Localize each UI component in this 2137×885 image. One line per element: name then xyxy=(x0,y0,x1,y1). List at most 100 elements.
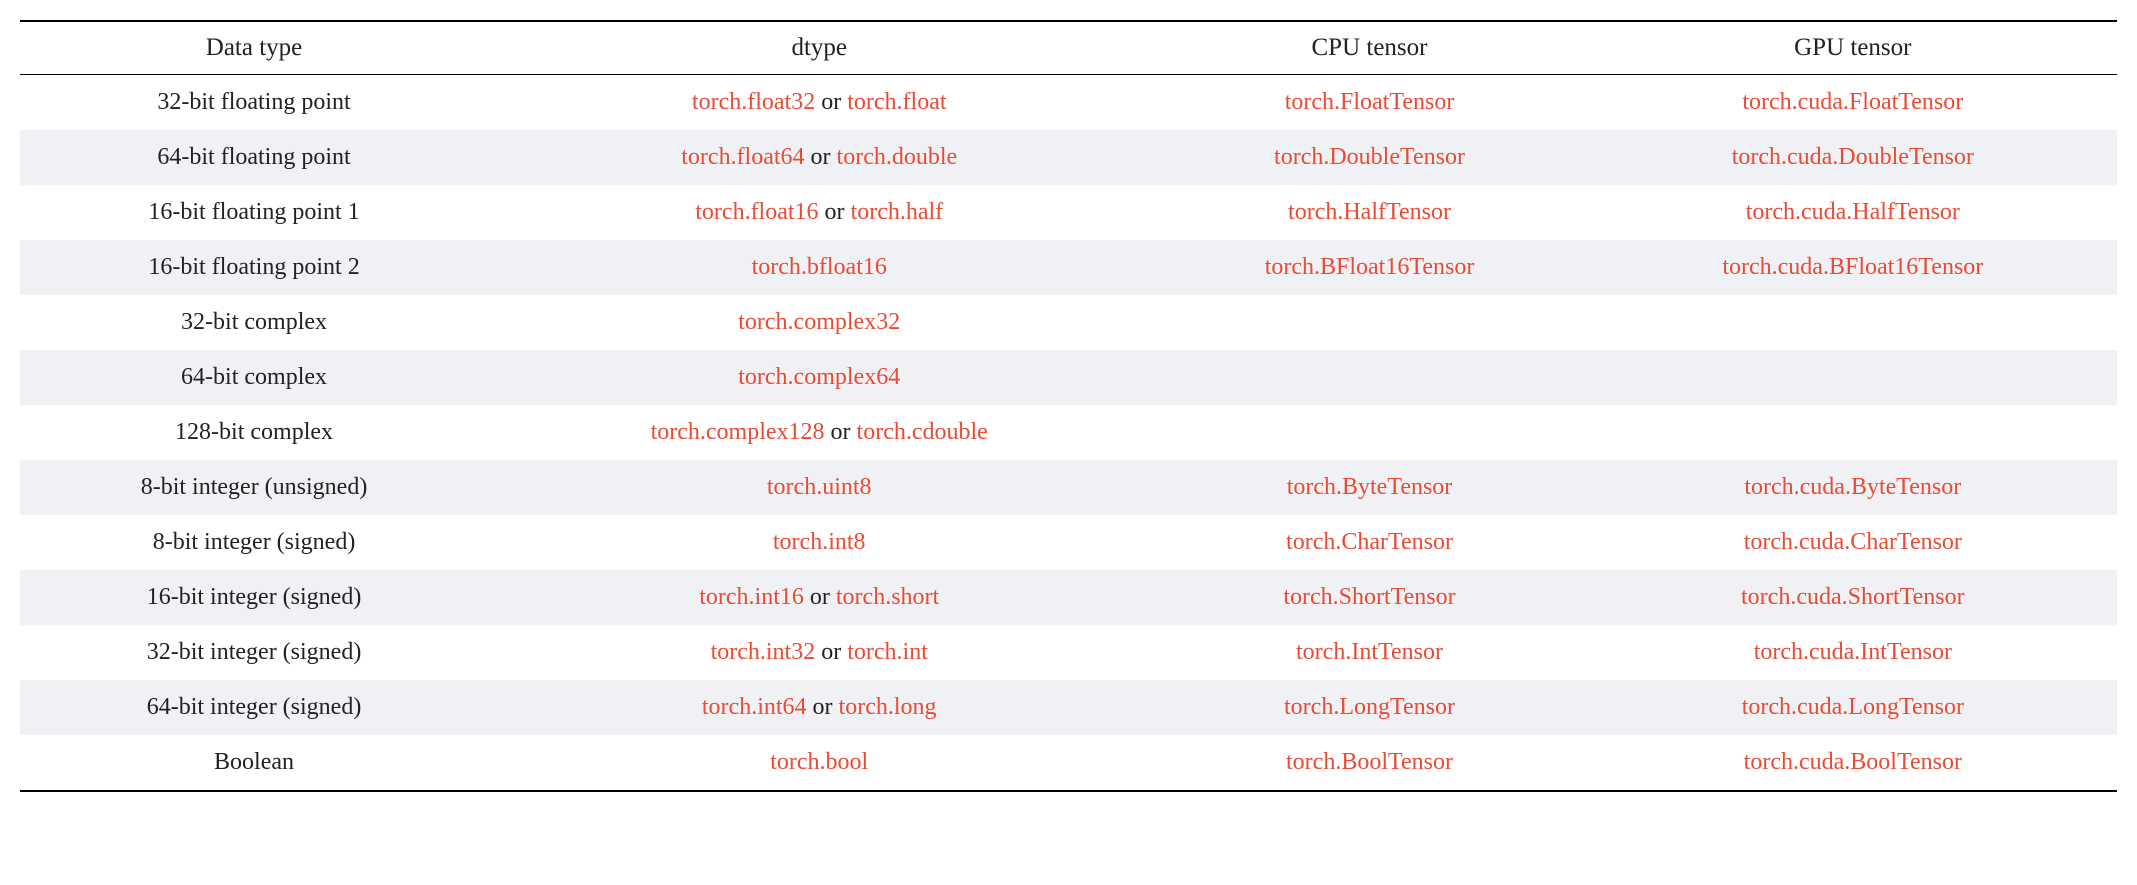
gpu-tensor-value: torch.cuda.BFloat16Tensor xyxy=(1722,254,1983,280)
gpu-tensor-value: torch.cuda.CharTensor xyxy=(1744,529,1962,555)
cell-data-type: 64-bit floating point xyxy=(20,130,488,185)
cell-data-type: 64-bit complex xyxy=(20,350,488,405)
gpu-tensor-value: torch.cuda.BoolTensor xyxy=(1744,749,1962,775)
table-row: 128-bit complextorch.complex128 or torch… xyxy=(20,405,2117,460)
cell-gpu-tensor xyxy=(1589,405,2117,460)
header-cpu-tensor: CPU tensor xyxy=(1150,21,1588,75)
cell-gpu-tensor xyxy=(1589,350,2117,405)
cpu-tensor-value: torch.IntTensor xyxy=(1296,639,1443,665)
table-row: 64-bit integer (signed)torch.int64 or to… xyxy=(20,680,2117,735)
cell-gpu-tensor: torch.cuda.BoolTensor xyxy=(1589,735,2117,791)
cell-cpu-tensor: torch.LongTensor xyxy=(1150,680,1588,735)
table-row: 32-bit floating pointtorch.float32 or to… xyxy=(20,75,2117,131)
dtype-primary: torch.float64 xyxy=(681,144,804,170)
cell-gpu-tensor: torch.cuda.IntTensor xyxy=(1589,625,2117,680)
table-row: 64-bit complex torch.complex64 xyxy=(20,350,2117,405)
cell-data-type: 32-bit floating point xyxy=(20,75,488,131)
dtype-table: Data type dtype CPU tensor GPU tensor 32… xyxy=(20,20,2117,792)
cell-cpu-tensor xyxy=(1150,350,1588,405)
gpu-tensor-value: torch.cuda.ByteTensor xyxy=(1744,474,1961,500)
cpu-tensor-value: torch.ShortTensor xyxy=(1283,584,1455,610)
cell-data-type: 128-bit complex xyxy=(20,405,488,460)
cpu-tensor-value: torch.HalfTensor xyxy=(1288,199,1451,225)
gpu-tensor-value: torch.cuda.ShortTensor xyxy=(1741,584,1965,610)
cell-data-type: 8-bit integer (signed) xyxy=(20,515,488,570)
cell-cpu-tensor: torch.HalfTensor xyxy=(1150,185,1588,240)
dtype-primary: torch.int32 xyxy=(711,639,816,665)
dtype-alias: torch.short xyxy=(836,584,939,610)
cpu-tensor-value: torch.CharTensor xyxy=(1286,529,1453,555)
cell-dtype: torch.float64 or torch.double xyxy=(488,130,1150,185)
cell-dtype: torch.float16 or torch.half xyxy=(488,185,1150,240)
header-dtype: dtype xyxy=(488,21,1150,75)
or-text: or xyxy=(815,639,847,665)
cell-data-type: 32-bit complex xyxy=(20,295,488,350)
table-row: 8-bit integer (unsigned)torch.uint8torch… xyxy=(20,460,2117,515)
cell-gpu-tensor: torch.cuda.LongTensor xyxy=(1589,680,2117,735)
dtype-alias: torch.cdouble xyxy=(857,419,988,445)
table-row: 16-bit floating point 1torch.float16 or … xyxy=(20,185,2117,240)
cpu-tensor-value: torch.BFloat16Tensor xyxy=(1265,254,1475,280)
dtype-primary: torch.int8 xyxy=(773,529,866,555)
gpu-tensor-value: torch.cuda.HalfTensor xyxy=(1746,199,1960,225)
dtype-alias: torch.half xyxy=(851,199,944,225)
cell-dtype: torch.int8 xyxy=(488,515,1150,570)
table-header-row: Data type dtype CPU tensor GPU tensor xyxy=(20,21,2117,75)
or-text: or xyxy=(804,584,836,610)
dtype-primary: torch.complex64 xyxy=(738,364,900,390)
cell-data-type: 64-bit integer (signed) xyxy=(20,680,488,735)
cell-dtype: torch.complex32 xyxy=(488,295,1150,350)
table-row: Boolean torch.bool torch.BoolTensor torch.c… xyxy=(20,735,2117,791)
dtype-primary: torch.float16 xyxy=(695,199,818,225)
cell-dtype: torch.int64 or torch.long xyxy=(488,680,1150,735)
header-data-type: Data type xyxy=(20,21,488,75)
dtype-alias: torch.long xyxy=(839,694,937,720)
cell-data-type: 32-bit integer (signed) xyxy=(20,625,488,680)
table-row: 32-bit complextorch.complex32 xyxy=(20,295,2117,350)
or-text: or xyxy=(805,144,837,170)
table-row: 8-bit integer (signed) torch.int8 torch.Ch… xyxy=(20,515,2117,570)
dtype-primary: torch.complex128 xyxy=(651,419,825,445)
cpu-tensor-value: torch.DoubleTensor xyxy=(1274,144,1465,170)
dtype-alias: torch.float xyxy=(847,89,946,115)
dtype-primary: torch.bfloat16 xyxy=(752,254,887,280)
cell-dtype: torch.complex64 xyxy=(488,350,1150,405)
gpu-tensor-value: torch.cuda.DoubleTensor xyxy=(1732,144,1974,170)
cell-dtype: torch.float32 or torch.float xyxy=(488,75,1150,131)
dtype-primary: torch.bool xyxy=(770,749,868,775)
cell-gpu-tensor: torch.cuda.CharTensor xyxy=(1589,515,2117,570)
cell-gpu-tensor: torch.cuda.ShortTensor xyxy=(1589,570,2117,625)
cell-cpu-tensor: torch.FloatTensor xyxy=(1150,75,1588,131)
cpu-tensor-value: torch.ByteTensor xyxy=(1287,474,1453,500)
cell-data-type: 16-bit floating point 2 xyxy=(20,240,488,295)
gpu-tensor-value: torch.cuda.IntTensor xyxy=(1754,639,1952,665)
table-row: 16-bit floating point 2 torch.bfloat16 tor… xyxy=(20,240,2117,295)
header-gpu-tensor: GPU tensor xyxy=(1589,21,2117,75)
or-text: or xyxy=(815,89,847,115)
table-row: 64-bit floating pointtorch.float64 or to… xyxy=(20,130,2117,185)
cell-cpu-tensor: torch.BFloat16Tensor xyxy=(1150,240,1588,295)
cell-cpu-tensor: torch.BoolTensor xyxy=(1150,735,1588,791)
cell-cpu-tensor: torch.CharTensor xyxy=(1150,515,1588,570)
cpu-tensor-value: torch.FloatTensor xyxy=(1285,89,1455,115)
dtype-primary: torch.int16 xyxy=(699,584,804,610)
cell-dtype: torch.bfloat16 xyxy=(488,240,1150,295)
cell-cpu-tensor: torch.IntTensor xyxy=(1150,625,1588,680)
cell-gpu-tensor: torch.cuda.DoubleTensor xyxy=(1589,130,2117,185)
cell-data-type: Boolean xyxy=(20,735,488,791)
dtype-alias: torch.double xyxy=(837,144,958,170)
cell-dtype: torch.complex128 or torch.cdouble xyxy=(488,405,1150,460)
or-text: or xyxy=(819,199,851,225)
cpu-tensor-value: torch.BoolTensor xyxy=(1286,749,1453,775)
dtype-alias: torch.int xyxy=(847,639,928,665)
or-text: or xyxy=(807,694,839,720)
gpu-tensor-value: torch.cuda.LongTensor xyxy=(1742,694,1964,720)
cell-cpu-tensor: torch.ByteTensor xyxy=(1150,460,1588,515)
table-row: 16-bit integer (signed)torch.int16 or to… xyxy=(20,570,2117,625)
cell-dtype: torch.int16 or torch.short xyxy=(488,570,1150,625)
cell-cpu-tensor xyxy=(1150,295,1588,350)
cell-cpu-tensor: torch.ShortTensor xyxy=(1150,570,1588,625)
gpu-tensor-value: torch.cuda.FloatTensor xyxy=(1742,89,1963,115)
cpu-tensor-value: torch.LongTensor xyxy=(1284,694,1455,720)
or-text: or xyxy=(825,419,857,445)
